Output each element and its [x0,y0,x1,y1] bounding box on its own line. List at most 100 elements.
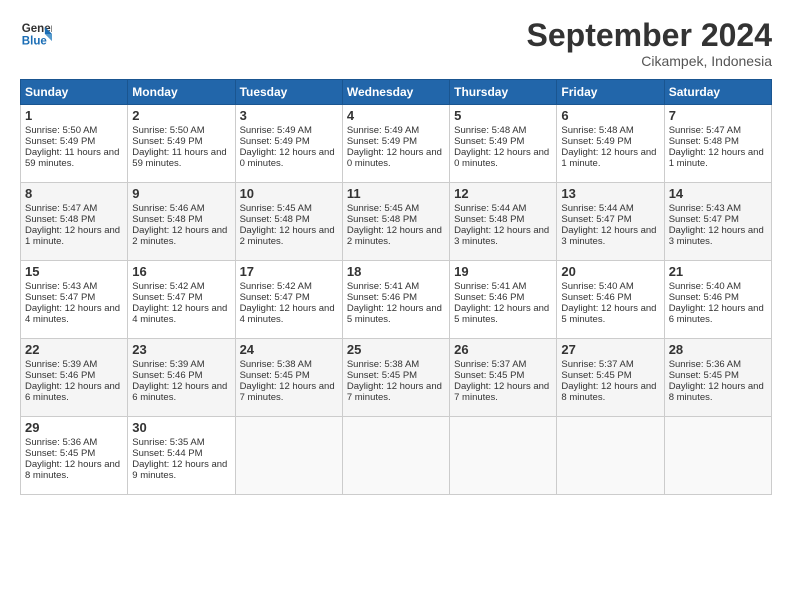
calendar-header-row: Sunday Monday Tuesday Wednesday Thursday… [21,80,772,105]
daylight-label: Daylight: 12 hours and 4 minutes. [240,303,335,325]
sunrise-label: Sunrise: 5:38 AM [347,359,419,370]
sunrise-label: Sunrise: 5:49 AM [347,125,419,136]
col-wednesday: Wednesday [342,80,449,105]
day-number: 7 [669,108,767,123]
day-number: 17 [240,264,338,279]
table-row: 28 Sunrise: 5:36 AM Sunset: 5:45 PM Dayl… [664,339,771,417]
sunset-label: Sunset: 5:46 PM [347,292,417,303]
daylight-label: Daylight: 12 hours and 8 minutes. [561,381,656,403]
svg-text:Blue: Blue [22,36,48,48]
day-number: 11 [347,186,445,201]
sunrise-label: Sunrise: 5:47 AM [669,125,741,136]
day-number: 18 [347,264,445,279]
table-row: 1 Sunrise: 5:50 AM Sunset: 5:49 PM Dayli… [21,105,128,183]
day-number: 10 [240,186,338,201]
daylight-label: Daylight: 12 hours and 6 minutes. [669,303,764,325]
table-row: 22 Sunrise: 5:39 AM Sunset: 5:46 PM Dayl… [21,339,128,417]
day-number: 12 [454,186,552,201]
table-row: 25 Sunrise: 5:38 AM Sunset: 5:45 PM Dayl… [342,339,449,417]
sunset-label: Sunset: 5:46 PM [25,370,95,381]
sunrise-label: Sunrise: 5:44 AM [454,203,526,214]
daylight-label: Daylight: 12 hours and 5 minutes. [561,303,656,325]
daylight-label: Daylight: 12 hours and 9 minutes. [132,459,227,481]
day-number: 26 [454,342,552,357]
day-number: 9 [132,186,230,201]
sunrise-label: Sunrise: 5:43 AM [669,203,741,214]
daylight-label: Daylight: 12 hours and 5 minutes. [347,303,442,325]
sunrise-label: Sunrise: 5:44 AM [561,203,633,214]
day-number: 25 [347,342,445,357]
sunrise-label: Sunrise: 5:39 AM [132,359,204,370]
daylight-label: Daylight: 12 hours and 1 minute. [561,147,656,169]
sunrise-label: Sunrise: 5:42 AM [132,281,204,292]
col-monday: Monday [128,80,235,105]
sunset-label: Sunset: 5:49 PM [561,136,631,147]
daylight-label: Daylight: 12 hours and 4 minutes. [132,303,227,325]
table-row: 16 Sunrise: 5:42 AM Sunset: 5:47 PM Dayl… [128,261,235,339]
day-number: 28 [669,342,767,357]
sunset-label: Sunset: 5:49 PM [454,136,524,147]
col-sunday: Sunday [21,80,128,105]
table-row: 7 Sunrise: 5:47 AM Sunset: 5:48 PM Dayli… [664,105,771,183]
daylight-label: Daylight: 12 hours and 8 minutes. [25,459,120,481]
daylight-label: Daylight: 12 hours and 7 minutes. [347,381,442,403]
table-row: 6 Sunrise: 5:48 AM Sunset: 5:49 PM Dayli… [557,105,664,183]
logo: General Blue [20,18,52,50]
sunrise-label: Sunrise: 5:43 AM [25,281,97,292]
sunset-label: Sunset: 5:44 PM [132,448,202,459]
sunset-label: Sunset: 5:49 PM [25,136,95,147]
day-number: 4 [347,108,445,123]
table-row: 9 Sunrise: 5:46 AM Sunset: 5:48 PM Dayli… [128,183,235,261]
table-row [342,417,449,495]
daylight-label: Daylight: 12 hours and 0 minutes. [240,147,335,169]
col-friday: Friday [557,80,664,105]
sunrise-label: Sunrise: 5:36 AM [669,359,741,370]
sunset-label: Sunset: 5:45 PM [25,448,95,459]
day-number: 8 [25,186,123,201]
title-section: September 2024 Cikampek, Indonesia [527,18,772,69]
sunrise-label: Sunrise: 5:47 AM [25,203,97,214]
daylight-label: Daylight: 12 hours and 6 minutes. [132,381,227,403]
day-number: 22 [25,342,123,357]
sunset-label: Sunset: 5:47 PM [240,292,310,303]
daylight-label: Daylight: 12 hours and 3 minutes. [669,225,764,247]
day-number: 23 [132,342,230,357]
page-container: General Blue September 2024 Cikampek, In… [0,0,792,505]
table-row: 5 Sunrise: 5:48 AM Sunset: 5:49 PM Dayli… [450,105,557,183]
day-number: 6 [561,108,659,123]
table-row: 4 Sunrise: 5:49 AM Sunset: 5:49 PM Dayli… [342,105,449,183]
sunset-label: Sunset: 5:48 PM [25,214,95,225]
table-row: 20 Sunrise: 5:40 AM Sunset: 5:46 PM Dayl… [557,261,664,339]
day-number: 20 [561,264,659,279]
sunrise-label: Sunrise: 5:35 AM [132,437,204,448]
calendar-week-row: 8 Sunrise: 5:47 AM Sunset: 5:48 PM Dayli… [21,183,772,261]
table-row: 13 Sunrise: 5:44 AM Sunset: 5:47 PM Dayl… [557,183,664,261]
table-row: 19 Sunrise: 5:41 AM Sunset: 5:46 PM Dayl… [450,261,557,339]
daylight-label: Daylight: 12 hours and 3 minutes. [561,225,656,247]
daylight-label: Daylight: 12 hours and 5 minutes. [454,303,549,325]
day-number: 30 [132,420,230,435]
sunset-label: Sunset: 5:45 PM [240,370,310,381]
sunrise-label: Sunrise: 5:48 AM [561,125,633,136]
table-row: 23 Sunrise: 5:39 AM Sunset: 5:46 PM Dayl… [128,339,235,417]
sunrise-label: Sunrise: 5:45 AM [240,203,312,214]
table-row: 8 Sunrise: 5:47 AM Sunset: 5:48 PM Dayli… [21,183,128,261]
sunrise-label: Sunrise: 5:45 AM [347,203,419,214]
location-subtitle: Cikampek, Indonesia [527,53,772,69]
sunrise-label: Sunrise: 5:42 AM [240,281,312,292]
day-number: 24 [240,342,338,357]
sunrise-label: Sunrise: 5:50 AM [132,125,204,136]
sunrise-label: Sunrise: 5:40 AM [669,281,741,292]
day-number: 19 [454,264,552,279]
daylight-label: Daylight: 12 hours and 7 minutes. [454,381,549,403]
col-thursday: Thursday [450,80,557,105]
sunrise-label: Sunrise: 5:39 AM [25,359,97,370]
sunset-label: Sunset: 5:48 PM [240,214,310,225]
sunrise-label: Sunrise: 5:36 AM [25,437,97,448]
day-number: 27 [561,342,659,357]
table-row: 15 Sunrise: 5:43 AM Sunset: 5:47 PM Dayl… [21,261,128,339]
daylight-label: Daylight: 11 hours and 59 minutes. [25,147,119,169]
sunrise-label: Sunrise: 5:49 AM [240,125,312,136]
sunset-label: Sunset: 5:47 PM [561,214,631,225]
sunset-label: Sunset: 5:49 PM [240,136,310,147]
